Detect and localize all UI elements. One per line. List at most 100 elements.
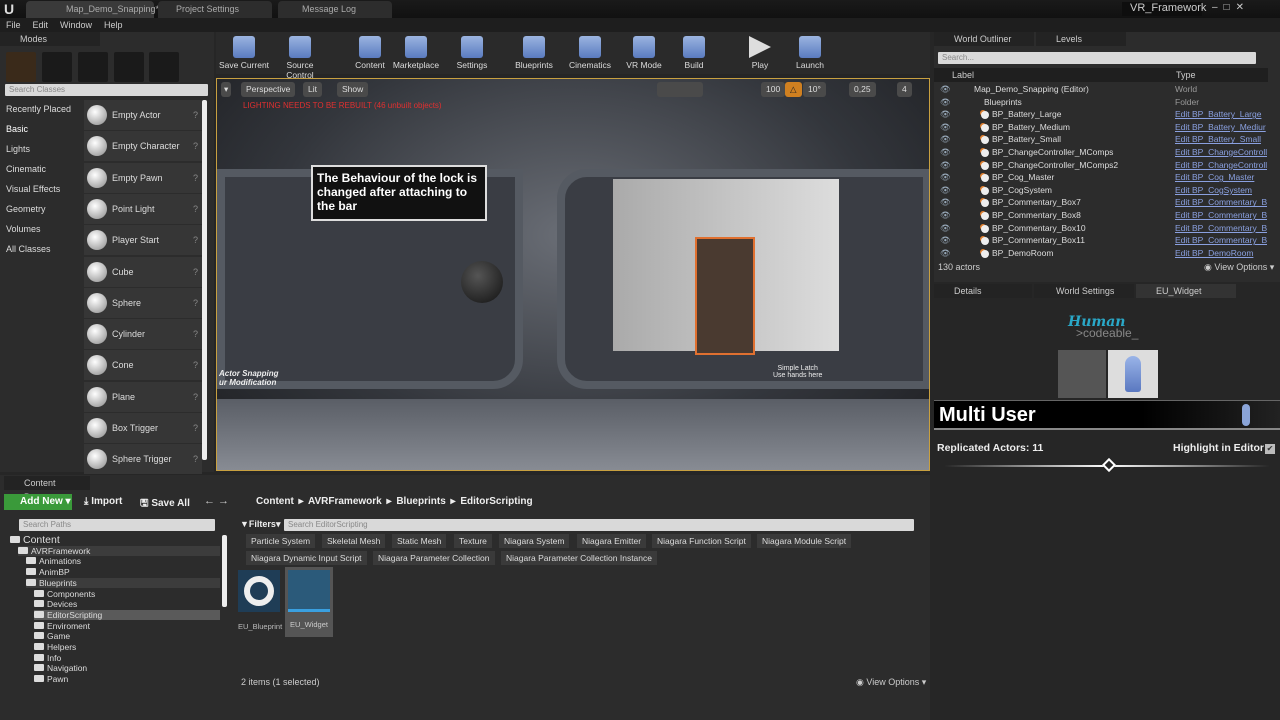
tab-map[interactable]: Map_Demo_Snapping*	[26, 1, 159, 18]
outliner-row[interactable]: 👁 BP_Battery_Large Edit BP_Battery_Large	[934, 109, 1268, 122]
folder-tree-item[interactable]: Helpers	[34, 642, 76, 652]
filter-chip[interactable]: Niagara Parameter Collection	[373, 551, 495, 565]
settings-mode-button[interactable]	[1058, 350, 1106, 398]
outliner-row[interactable]: 👁 Map_Demo_Snapping (Editor) World	[934, 84, 1268, 97]
outliner-row[interactable]: 👁 BP_ChangeController_MComps2 Edit BP_Chan…	[934, 160, 1268, 173]
help-icon[interactable]: ?	[193, 173, 198, 183]
transform-tools[interactable]	[657, 82, 703, 97]
folder-tree-item[interactable]: Game	[34, 631, 70, 641]
toolbar-button[interactable]: VR Mode	[616, 32, 672, 70]
tab-details[interactable]: Details	[934, 284, 1032, 298]
outliner-row[interactable]: 👁 BP_Commentary_Box11 Edit BP_Commentary_B	[934, 235, 1268, 248]
toolbar-button[interactable]: Build	[666, 32, 722, 70]
folder-tree-item[interactable]: Navigation	[34, 663, 87, 673]
filter-chip[interactable]: Skeletal Mesh	[322, 534, 386, 548]
filter-chip[interactable]: Niagara Function Script	[652, 534, 751, 548]
window-controls[interactable]: –□✕	[1212, 2, 1250, 13]
help-icon[interactable]: ?	[193, 298, 198, 308]
row-type[interactable]: Edit BP_Commentary_B	[1175, 223, 1267, 233]
toolbar-button[interactable]: Launch	[782, 32, 838, 70]
visibility-eye-icon[interactable]: 👁	[940, 147, 951, 158]
tab-world-outliner[interactable]: World Outliner	[934, 32, 1034, 46]
folder-tree-item[interactable]: Components	[34, 589, 95, 599]
column-type[interactable]: Type	[1176, 70, 1196, 80]
search-assets-input[interactable]: Search EditorScripting	[284, 519, 914, 531]
visibility-eye-icon[interactable]: 👁	[940, 84, 951, 95]
category-cinematic[interactable]: Cinematic	[6, 164, 46, 174]
place-item[interactable]: Box Trigger?	[84, 413, 202, 443]
visibility-eye-icon[interactable]: 👁	[940, 134, 951, 145]
show-button[interactable]: Show	[337, 82, 369, 97]
history-nav-buttons[interactable]: ← →	[204, 495, 229, 507]
menu-window[interactable]: Window	[60, 20, 92, 30]
visibility-eye-icon[interactable]: 👁	[940, 235, 951, 246]
help-icon[interactable]: ?	[193, 141, 198, 151]
toolbar-button[interactable]: Cinematics	[562, 32, 618, 70]
rotation-snap-icon[interactable]: △	[785, 82, 802, 97]
help-icon[interactable]: ?	[193, 329, 198, 339]
filter-chip[interactable]: Static Mesh	[392, 534, 447, 548]
toolbar-button[interactable]: Blueprints	[506, 32, 562, 70]
place-item[interactable]: Point Light?	[84, 193, 202, 224]
folder-tree-item[interactable]: AnimBP	[26, 567, 70, 577]
help-icon[interactable]: ?	[193, 454, 198, 464]
category-lights[interactable]: Lights	[6, 144, 30, 154]
multi-user-mode-button[interactable]	[1108, 350, 1158, 398]
import-button[interactable]: ⤓ Import	[84, 496, 122, 507]
tree-scrollbar[interactable]	[222, 535, 227, 607]
filter-chip[interactable]: Texture	[454, 534, 492, 548]
filter-chip[interactable]: Niagara Module Script	[757, 534, 852, 548]
filter-chip[interactable]: Niagara Parameter Collection Instance	[501, 551, 657, 565]
column-label[interactable]: Label	[952, 70, 974, 80]
help-icon[interactable]: ?	[193, 267, 198, 277]
toolbar-button[interactable]: Source Control	[272, 32, 328, 80]
filter-chip[interactable]: Niagara System	[499, 534, 570, 548]
tab-levels[interactable]: Levels	[1036, 32, 1126, 46]
outliner-row[interactable]: 👁 BP_Cog_Master Edit BP_Cog_Master	[934, 172, 1268, 185]
camera-speed[interactable]: 4	[897, 82, 912, 97]
place-item[interactable]: Cone?	[84, 350, 202, 381]
toolbar-button[interactable]: Marketplace	[388, 32, 444, 70]
visibility-eye-icon[interactable]: 👁	[940, 197, 951, 208]
tab-content-browser[interactable]: Content Browser	[4, 476, 90, 502]
place-item[interactable]: Empty Pawn?	[84, 162, 202, 193]
search-classes-input[interactable]: Search Classes	[5, 84, 208, 96]
row-type[interactable]: Edit BP_DemoRoom	[1175, 248, 1267, 258]
menu-file[interactable]: File	[6, 20, 21, 30]
visibility-eye-icon[interactable]: 👁	[940, 210, 951, 221]
outliner-view-options[interactable]: ◉ View Options ▾	[1204, 262, 1274, 273]
breadcrumb-item[interactable]: Blueprints	[396, 496, 445, 507]
grid-snap-value[interactable]: 100	[761, 82, 786, 97]
modes-tab[interactable]: Modes	[0, 32, 100, 46]
outliner-row[interactable]: 👁 BP_DemoRoom Edit BP_DemoRoom	[934, 248, 1268, 261]
tab-message-log[interactable]: Message Log	[278, 1, 392, 18]
help-icon[interactable]: ?	[193, 204, 198, 214]
row-type[interactable]: Edit BP_ChangeControll	[1175, 147, 1267, 157]
visibility-eye-icon[interactable]: 👁	[940, 223, 951, 234]
place-item[interactable]: Sphere?	[84, 287, 202, 318]
scrollbar[interactable]	[202, 100, 207, 460]
place-item[interactable]: Cylinder?	[84, 319, 202, 350]
folder-tree-item[interactable]: Animations	[26, 556, 81, 566]
outliner-row[interactable]: 👁 BP_Commentary_Box7 Edit BP_Commentary_B	[934, 197, 1268, 210]
menu-help[interactable]: Help	[104, 20, 123, 30]
row-type[interactable]: Edit BP_Battery_Large	[1175, 109, 1267, 119]
landscape-mode-icon[interactable]	[78, 52, 108, 82]
toolbar-button[interactable]: Play	[732, 32, 788, 70]
outliner-search-input[interactable]: Search...	[938, 52, 1256, 64]
visibility-eye-icon[interactable]: 👁	[940, 248, 951, 259]
visibility-eye-icon[interactable]: 👁	[940, 122, 951, 133]
breadcrumb-item[interactable]: Content	[256, 496, 294, 507]
breadcrumb-item[interactable]: AVRFramework	[308, 496, 382, 507]
filter-chip[interactable]: Niagara Emitter	[577, 534, 647, 548]
folder-tree-item[interactable]: Pawn	[34, 674, 68, 684]
visibility-eye-icon[interactable]: 👁	[940, 97, 951, 108]
row-type[interactable]: Edit BP_Commentary_B	[1175, 197, 1267, 207]
visibility-eye-icon[interactable]: 👁	[940, 109, 951, 120]
category-geometry[interactable]: Geometry	[6, 204, 46, 214]
help-icon[interactable]: ?	[193, 360, 198, 370]
help-icon[interactable]: ?	[193, 235, 198, 245]
place-item[interactable]: Sphere Trigger?	[84, 444, 202, 475]
place-item[interactable]: Plane?	[84, 381, 202, 412]
row-type[interactable]: Edit BP_Commentary_B	[1175, 210, 1267, 220]
